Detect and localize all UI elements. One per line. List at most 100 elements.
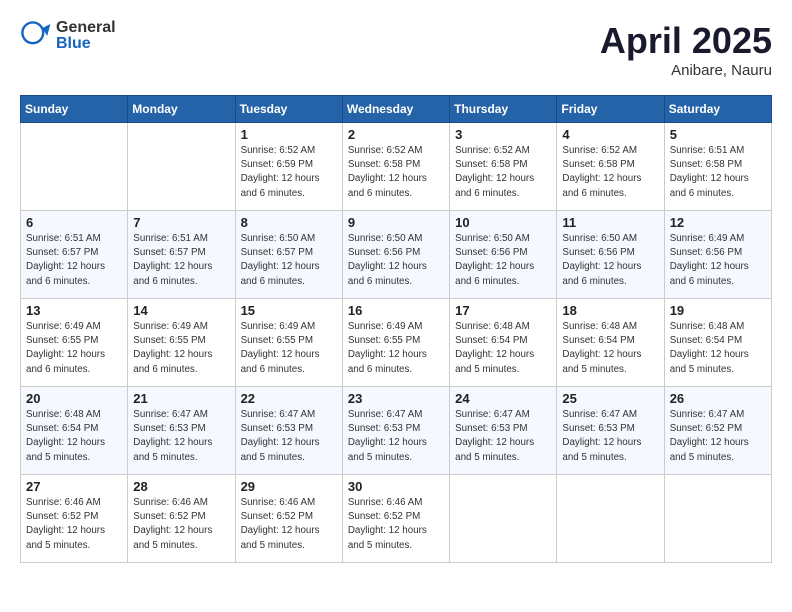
week-row-2: 6 Sunrise: 6:51 AMSunset: 6:57 PMDaylight… <box>21 211 772 299</box>
calendar-cell: 29Sunrise: 6:46 AMSunset: 6:52 PMDayligh… <box>235 475 342 563</box>
day-number: 7 <box>133 215 229 230</box>
day-info: Sunrise: 6:46 AMSunset: 6:52 PMDaylight:… <box>133 496 229 553</box>
calendar-cell: 7 Sunrise: 6:51 AMSunset: 6:57 PMDaylight… <box>128 211 235 299</box>
day-number: 26 <box>670 391 766 406</box>
week-row-5: 27 Sunrise: 6:46 AMSunset: 6:52 PMDayligh… <box>21 475 772 563</box>
logo-icon <box>20 20 52 52</box>
day-number: 25 <box>562 391 658 406</box>
calendar-cell <box>664 475 771 563</box>
day-info: Sunrise: 6:52 AMSunset: 6:58 PMDaylight:… <box>455 144 551 201</box>
page-header: General Blue April 2025 Anibare, Nauru <box>20 20 772 79</box>
title-block: April 2025 Anibare, Nauru <box>600 20 772 79</box>
calendar-cell: 28 Sunrise: 6:46 AMSunset: 6:52 PMDayligh… <box>128 475 235 563</box>
day-number: 17 <box>455 303 551 318</box>
day-info: Sunrise: 6:48 AMSunset: 6:54 PMDaylight:… <box>455 320 551 377</box>
day-info: Sunrise: 6:49 AMSunset: 6:55 PMDaylight:… <box>348 320 444 377</box>
calendar-cell: 11Sunrise: 6:50 AMSunset: 6:56 PMDayligh… <box>557 211 664 299</box>
day-info: Sunrise: 6:52 AMSunset: 6:58 PMDaylight:… <box>348 144 444 201</box>
day-number: 22 <box>241 391 337 406</box>
calendar-cell: 14Sunrise: 6:49 AMSunset: 6:55 PMDayligh… <box>128 299 235 387</box>
logo-blue: Blue <box>56 36 116 52</box>
calendar-cell: 1 Sunrise: 6:52 AMSunset: 6:59 PMDaylight… <box>235 123 342 211</box>
day-number: 4 <box>562 127 658 142</box>
day-number: 27 <box>26 479 122 494</box>
calendar-cell <box>21 123 128 211</box>
location: Anibare, Nauru <box>600 62 772 79</box>
calendar-table: SundayMondayTuesdayWednesdayThursdayFrid… <box>20 95 772 563</box>
day-number: 13 <box>26 303 122 318</box>
calendar-cell: 20Sunrise: 6:48 AMSunset: 6:54 PMDayligh… <box>21 387 128 475</box>
day-info: Sunrise: 6:51 AMSunset: 6:57 PMDaylight:… <box>133 232 229 289</box>
day-info: Sunrise: 6:50 AMSunset: 6:56 PMDaylight:… <box>455 232 551 289</box>
header-day-saturday: Saturday <box>664 96 771 123</box>
day-number: 16 <box>348 303 444 318</box>
calendar-cell: 5Sunrise: 6:51 AMSunset: 6:58 PMDaylight… <box>664 123 771 211</box>
week-row-3: 13 Sunrise: 6:49 AMSunset: 6:55 PMDayligh… <box>21 299 772 387</box>
calendar-cell: 2 Sunrise: 6:52 AMSunset: 6:58 PMDaylight… <box>342 123 449 211</box>
day-info: Sunrise: 6:52 AMSunset: 6:59 PMDaylight:… <box>241 144 337 201</box>
day-info: Sunrise: 6:50 AMSunset: 6:56 PMDaylight:… <box>562 232 658 289</box>
header-day-monday: Monday <box>128 96 235 123</box>
day-number: 18 <box>562 303 658 318</box>
logo: General Blue <box>20 20 116 52</box>
calendar-cell: 15Sunrise: 6:49 AMSunset: 6:55 PMDayligh… <box>235 299 342 387</box>
calendar-cell: 26 Sunrise: 6:47 AMSunset: 6:52 PMDayligh… <box>664 387 771 475</box>
day-number: 5 <box>670 127 766 142</box>
calendar-cell: 3Sunrise: 6:52 AMSunset: 6:58 PMDaylight… <box>450 123 557 211</box>
calendar-cell: 9 Sunrise: 6:50 AMSunset: 6:56 PMDaylight… <box>342 211 449 299</box>
logo-text: General Blue <box>56 20 116 52</box>
calendar-header: SundayMondayTuesdayWednesdayThursdayFrid… <box>21 96 772 123</box>
calendar-cell <box>128 123 235 211</box>
day-info: Sunrise: 6:51 AMSunset: 6:57 PMDaylight:… <box>26 232 122 289</box>
day-info: Sunrise: 6:49 AMSunset: 6:55 PMDaylight:… <box>133 320 229 377</box>
day-info: Sunrise: 6:47 AMSunset: 6:53 PMDaylight:… <box>562 408 658 465</box>
day-info: Sunrise: 6:49 AMSunset: 6:56 PMDaylight:… <box>670 232 766 289</box>
day-number: 8 <box>241 215 337 230</box>
day-number: 21 <box>133 391 229 406</box>
day-info: Sunrise: 6:47 AMSunset: 6:53 PMDaylight:… <box>348 408 444 465</box>
calendar-cell: 30 Sunrise: 6:46 AMSunset: 6:52 PMDayligh… <box>342 475 449 563</box>
header-day-thursday: Thursday <box>450 96 557 123</box>
day-info: Sunrise: 6:48 AMSunset: 6:54 PMDaylight:… <box>670 320 766 377</box>
header-day-sunday: Sunday <box>21 96 128 123</box>
day-number: 9 <box>348 215 444 230</box>
calendar-cell: 19Sunrise: 6:48 AMSunset: 6:54 PMDayligh… <box>664 299 771 387</box>
day-info: Sunrise: 6:48 AMSunset: 6:54 PMDaylight:… <box>562 320 658 377</box>
day-info: Sunrise: 6:47 AMSunset: 6:53 PMDaylight:… <box>133 408 229 465</box>
day-info: Sunrise: 6:47 AMSunset: 6:52 PMDaylight:… <box>670 408 766 465</box>
calendar-cell: 18 Sunrise: 6:48 AMSunset: 6:54 PMDayligh… <box>557 299 664 387</box>
day-info: Sunrise: 6:46 AMSunset: 6:52 PMDaylight:… <box>241 496 337 553</box>
day-number: 28 <box>133 479 229 494</box>
calendar-cell: 25 Sunrise: 6:47 AMSunset: 6:53 PMDayligh… <box>557 387 664 475</box>
calendar-cell: 12 Sunrise: 6:49 AMSunset: 6:56 PMDayligh… <box>664 211 771 299</box>
header-day-friday: Friday <box>557 96 664 123</box>
calendar-cell: 13 Sunrise: 6:49 AMSunset: 6:55 PMDayligh… <box>21 299 128 387</box>
calendar-cell: 22Sunrise: 6:47 AMSunset: 6:53 PMDayligh… <box>235 387 342 475</box>
day-info: Sunrise: 6:49 AMSunset: 6:55 PMDaylight:… <box>26 320 122 377</box>
day-number: 30 <box>348 479 444 494</box>
week-row-1: 1 Sunrise: 6:52 AMSunset: 6:59 PMDaylight… <box>21 123 772 211</box>
logo-general: General <box>56 20 116 36</box>
day-info: Sunrise: 6:46 AMSunset: 6:52 PMDaylight:… <box>348 496 444 553</box>
header-day-wednesday: Wednesday <box>342 96 449 123</box>
calendar-cell: 23Sunrise: 6:47 AMSunset: 6:53 PMDayligh… <box>342 387 449 475</box>
calendar-cell: 16 Sunrise: 6:49 AMSunset: 6:55 PMDayligh… <box>342 299 449 387</box>
calendar-cell: 10Sunrise: 6:50 AMSunset: 6:56 PMDayligh… <box>450 211 557 299</box>
calendar-cell: 27Sunrise: 6:46 AMSunset: 6:52 PMDayligh… <box>21 475 128 563</box>
calendar-cell: 17 Sunrise: 6:48 AMSunset: 6:54 PMDayligh… <box>450 299 557 387</box>
day-number: 6 <box>26 215 122 230</box>
day-number: 1 <box>241 127 337 142</box>
day-number: 15 <box>241 303 337 318</box>
day-number: 12 <box>670 215 766 230</box>
header-day-tuesday: Tuesday <box>235 96 342 123</box>
calendar-cell: 24 Sunrise: 6:47 AMSunset: 6:53 PMDayligh… <box>450 387 557 475</box>
day-number: 2 <box>348 127 444 142</box>
day-info: Sunrise: 6:47 AMSunset: 6:53 PMDaylight:… <box>455 408 551 465</box>
calendar-cell <box>450 475 557 563</box>
day-number: 24 <box>455 391 551 406</box>
day-info: Sunrise: 6:50 AMSunset: 6:57 PMDaylight:… <box>241 232 337 289</box>
header-row: SundayMondayTuesdayWednesdayThursdayFrid… <box>21 96 772 123</box>
day-info: Sunrise: 6:50 AMSunset: 6:56 PMDaylight:… <box>348 232 444 289</box>
month-title: April 2025 <box>600 20 772 62</box>
calendar-cell: 6 Sunrise: 6:51 AMSunset: 6:57 PMDaylight… <box>21 211 128 299</box>
